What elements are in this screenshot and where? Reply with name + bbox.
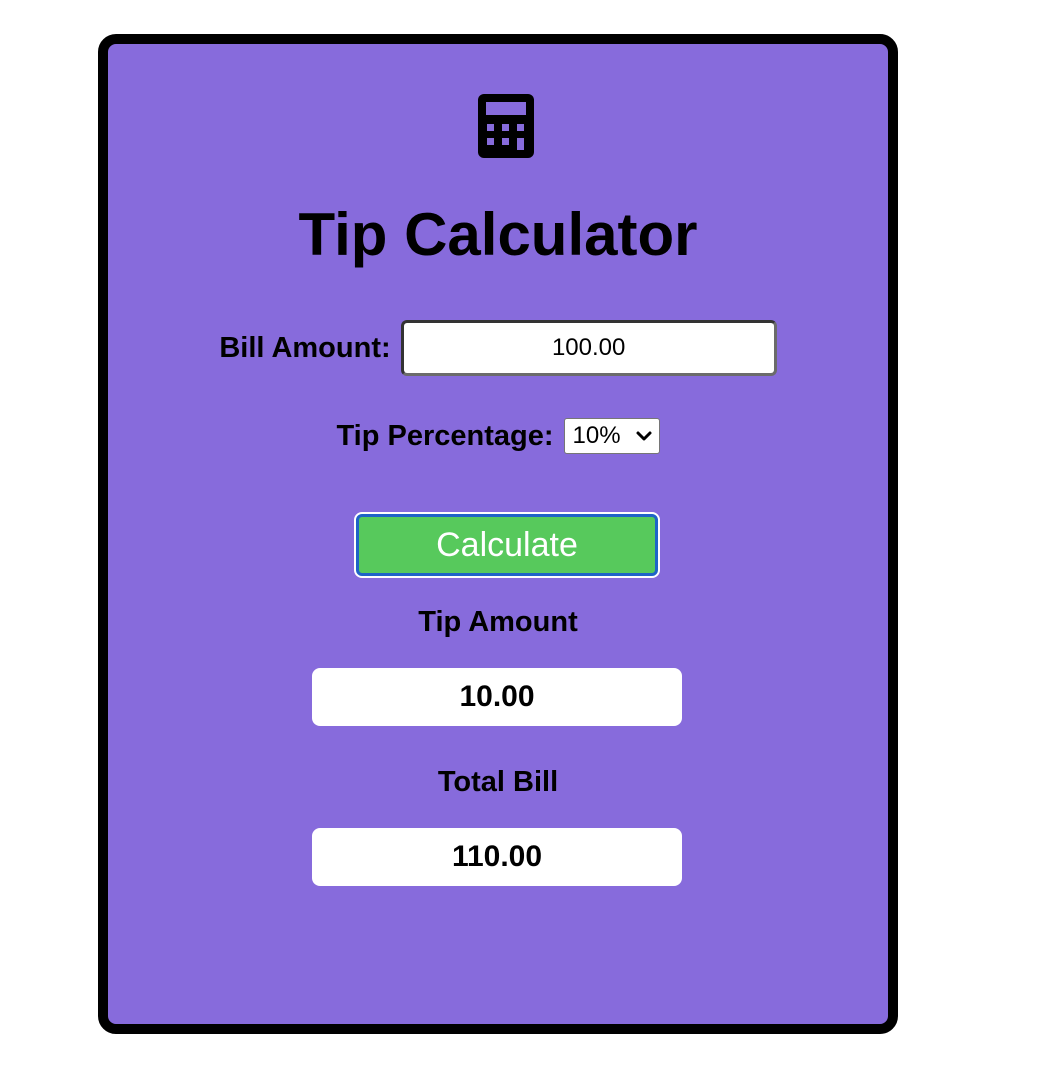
tip-calculator-card: Tip Calculator Bill Amount: Tip Percenta… [98,34,898,1034]
tip-amount-label: Tip Amount [418,606,578,638]
tip-amount-value: 10.00 [312,668,682,726]
tip-percentage-selected-value: 10% [572,422,621,449]
chevron-down-icon [636,431,652,441]
bill-amount-label: Bill Amount: [219,331,391,364]
tip-percentage-select[interactable]: 10% [563,418,660,454]
bill-amount-row: Bill Amount: [108,320,888,376]
tip-percentage-label: Tip Percentage: [336,419,554,452]
tip-percentage-row: Tip Percentage: 10% [108,416,888,456]
calculator-icon [478,94,534,158]
total-bill-label: Total Bill [437,766,559,798]
bill-amount-input[interactable] [400,320,777,376]
total-bill-value: 110.00 [312,828,682,886]
page-title: Tip Calculator [298,201,698,268]
calculate-button[interactable]: Calculate [356,514,658,576]
